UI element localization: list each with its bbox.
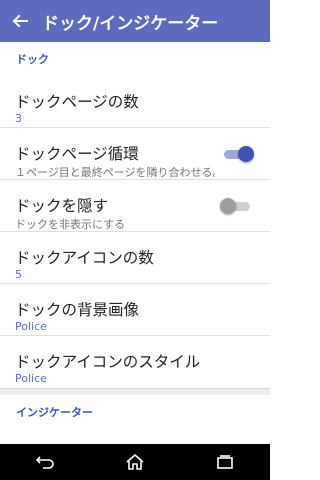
pref-dock-page-count[interactable]: ドックページの数 3 bbox=[0, 76, 270, 128]
settings-list[interactable]: ドック ドックページの数 3 ドックページ循環 １ページ目と最終ページを隣り合わ… bbox=[0, 42, 270, 444]
pref-title: ドックページの数 bbox=[15, 93, 139, 111]
recents-icon bbox=[217, 455, 233, 469]
back-nav-icon bbox=[35, 456, 54, 469]
back-button[interactable] bbox=[0, 0, 40, 42]
section-header-indicator: インジケーター bbox=[16, 406, 93, 419]
arrow-back-icon bbox=[12, 14, 28, 28]
pref-summary: ドックを非表示にする bbox=[15, 218, 126, 231]
section-divider bbox=[0, 388, 270, 395]
page-title: ドック/インジケーター bbox=[42, 13, 219, 34]
pref-title: ドックアイコンのスタイル bbox=[15, 353, 201, 371]
nav-recents-button[interactable] bbox=[195, 444, 255, 480]
pref-value: Police bbox=[15, 372, 47, 385]
pref-title: ドックアイコンの数 bbox=[15, 249, 154, 267]
pref-hide-dock[interactable]: ドックを隠す ドックを非表示にする bbox=[0, 180, 270, 232]
nav-back-button[interactable] bbox=[15, 444, 75, 480]
pref-value: 5 bbox=[15, 268, 22, 281]
dock-page-loop-toggle[interactable] bbox=[222, 146, 254, 162]
toggle-thumb bbox=[220, 198, 236, 214]
section-header-dock: ドック bbox=[16, 53, 49, 66]
hide-dock-toggle[interactable] bbox=[220, 198, 252, 214]
home-icon bbox=[126, 454, 144, 470]
app-bar: ドック/インジケーター bbox=[0, 0, 270, 42]
pref-value: 3 bbox=[15, 112, 22, 125]
system-nav-bar bbox=[0, 444, 270, 480]
pref-dock-icon-count[interactable]: ドックアイコンの数 5 bbox=[0, 232, 270, 284]
pref-title: ドックの背景画像 bbox=[15, 301, 140, 319]
nav-home-button[interactable] bbox=[105, 444, 165, 480]
pref-value: Police bbox=[15, 320, 47, 333]
pref-summary: １ページ目と最終ページを隣り合わせる。 bbox=[15, 166, 215, 179]
pref-title: ドックページ循環 bbox=[15, 145, 139, 163]
pref-dock-page-loop[interactable]: ドックページ循環 １ページ目と最終ページを隣り合わせる。 bbox=[0, 128, 270, 180]
pref-title: ドックを隠す bbox=[15, 197, 109, 215]
pref-dock-background[interactable]: ドックの背景画像 Police bbox=[0, 284, 270, 336]
pref-dock-icon-style[interactable]: ドックアイコンのスタイル Police bbox=[0, 336, 270, 388]
toggle-thumb bbox=[238, 146, 254, 162]
